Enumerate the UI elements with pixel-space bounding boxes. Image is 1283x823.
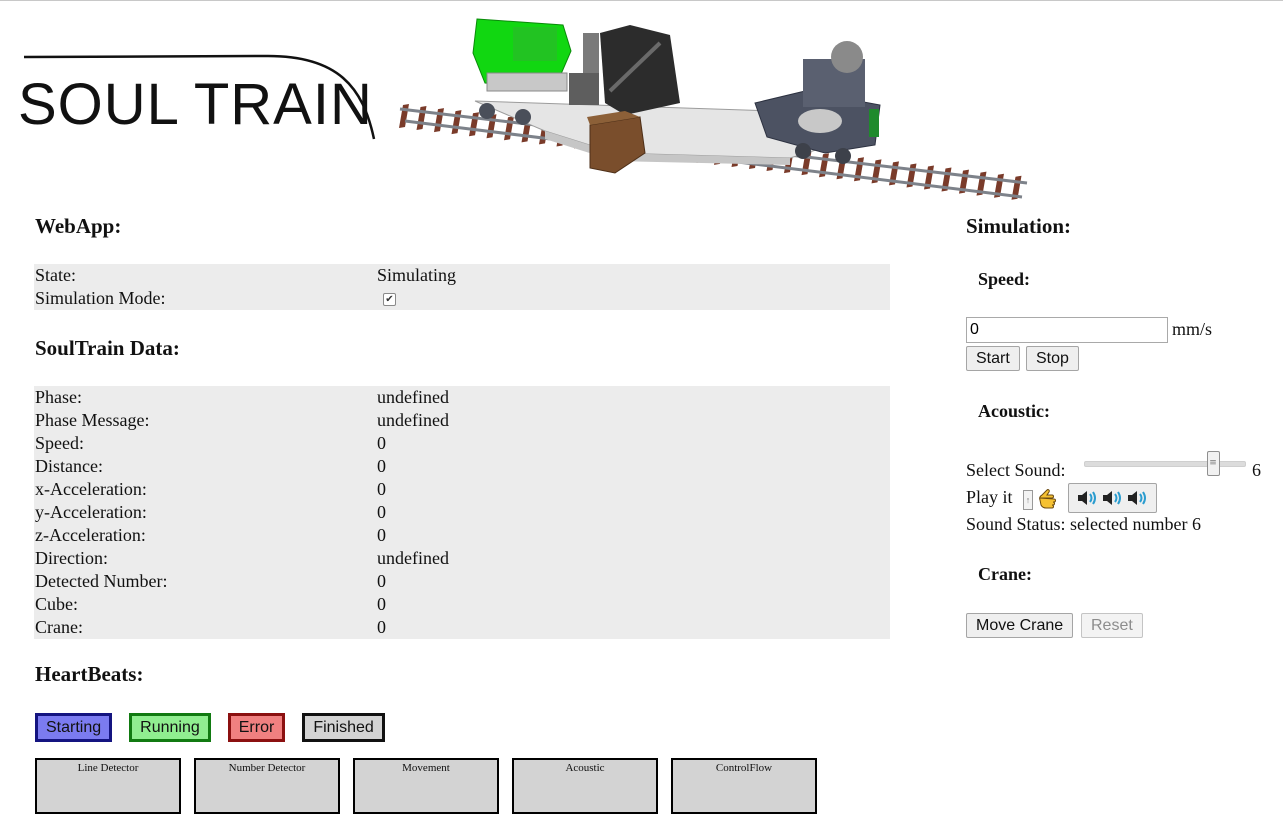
move-crane-button[interactable]: Move Crane (966, 613, 1074, 638)
state-value: Simulating (377, 265, 457, 285)
table-row: Distance: 0 (34, 455, 890, 478)
table-row: x-Acceleration: 0 (34, 478, 890, 501)
simulation-title: Simulation: (966, 214, 1072, 238)
table-row: Crane: 0 (34, 616, 890, 639)
table-row: Cube: 0 (34, 593, 890, 616)
detected-number-value: 0 (377, 571, 386, 591)
select-sound-label: Select Sound: (966, 460, 1066, 480)
direction-value: undefined (377, 548, 449, 568)
legend-error: Error (227, 713, 286, 742)
speaker-icon (1127, 491, 1146, 505)
direction-label: Direction: (35, 548, 108, 568)
heartbeat-line-detector: Line Detector (35, 758, 181, 814)
heartbeat-controlflow: ControlFlow (671, 758, 817, 814)
crane-value: 0 (377, 617, 386, 637)
soul-train-logo: SOUL TRAIN (18, 49, 383, 144)
speed-label: Speed: (35, 433, 84, 453)
webapp-title: WebApp: (35, 214, 122, 238)
train-illustration (395, 13, 1035, 203)
heartbeat-number-detector: Number Detector (194, 758, 340, 814)
legend-finished: Finished (302, 713, 385, 742)
speaker-icon (1102, 491, 1121, 505)
phase-message-label: Phase Message: (35, 410, 150, 430)
start-button[interactable]: Start (966, 346, 1020, 371)
acoustic-title: Acoustic: (978, 401, 1050, 421)
train-render-image (399, 18, 1028, 200)
play-sound-button[interactable] (1068, 483, 1157, 513)
speed-input[interactable] (966, 317, 1168, 343)
table-row: Detected Number: 0 (34, 570, 890, 593)
phase-message-value: undefined (377, 410, 449, 430)
z-acceleration-label: z-Acceleration: (35, 525, 146, 545)
stop-button[interactable]: Stop (1026, 346, 1079, 371)
table-row: z-Acceleration: 0 (34, 524, 890, 547)
y-acceleration-value: 0 (377, 502, 386, 522)
speed-unit: mm/s (1172, 319, 1213, 339)
y-acceleration-label: y-Acceleration: (35, 502, 147, 522)
pointing-hand-icon (1039, 489, 1056, 509)
soultrain-data-title: SoulTrain Data: (35, 336, 180, 360)
heartbeats-title: HeartBeats: (35, 662, 144, 686)
sound-status: Sound Status: selected number 6 (966, 514, 1201, 534)
crane-title: Crane: (978, 564, 1032, 584)
reset-button[interactable]: Reset (1081, 613, 1143, 638)
heartbeat-boxes: Line Detector Number Detector Movement A… (35, 758, 817, 814)
distance-label: Distance: (35, 456, 103, 476)
table-row: State: Simulating (34, 264, 890, 287)
table-row: Speed: 0 (34, 432, 890, 455)
z-acceleration-value: 0 (377, 525, 386, 545)
simulation-mode-label: Simulation Mode: (35, 288, 166, 308)
speed-title: Speed: (978, 269, 1031, 289)
sound-cursor-icon: ↑ (1023, 490, 1033, 510)
table-row: Phase Message: undefined (34, 409, 890, 432)
logo-text: SOUL TRAIN (18, 72, 373, 137)
heartbeat-movement: Movement (353, 758, 499, 814)
legend-starting: Starting (35, 713, 113, 742)
webapp-table: State: Simulating Simulation Mode: ✔ (34, 264, 890, 310)
sound-slider[interactable] (1084, 461, 1246, 467)
x-acceleration-value: 0 (377, 479, 386, 499)
table-row: y-Acceleration: 0 (34, 501, 890, 524)
cube-value: 0 (377, 594, 386, 614)
phase-value: undefined (377, 387, 449, 407)
legend-running: Running (129, 713, 211, 742)
table-row: Phase: undefined (34, 386, 890, 409)
distance-value: 0 (377, 456, 386, 476)
heartbeat-legend: Starting Running Error Finished (35, 713, 385, 742)
play-it-label: Play it (966, 487, 1013, 507)
simulation-mode-checkbox[interactable]: ✔ (383, 293, 396, 307)
table-row: Direction: undefined (34, 547, 890, 570)
table-row: Simulation Mode: ✔ (34, 287, 890, 310)
sound-slider-value: 6 (1252, 460, 1261, 480)
speed-value: 0 (377, 433, 386, 453)
crane-label: Crane: (35, 617, 83, 637)
cube-label: Cube: (35, 594, 78, 614)
speaker-icon (1077, 491, 1096, 505)
phase-label: Phase: (35, 387, 82, 407)
sound-slider-thumb[interactable]: ≡ (1206, 451, 1220, 476)
x-acceleration-label: x-Acceleration: (35, 479, 147, 499)
state-label: State: (35, 265, 76, 285)
soultrain-data-table: Phase: undefined Phase Message: undefined … (34, 386, 890, 639)
detected-number-label: Detected Number: (35, 571, 168, 591)
heartbeat-acoustic: Acoustic (512, 758, 658, 814)
